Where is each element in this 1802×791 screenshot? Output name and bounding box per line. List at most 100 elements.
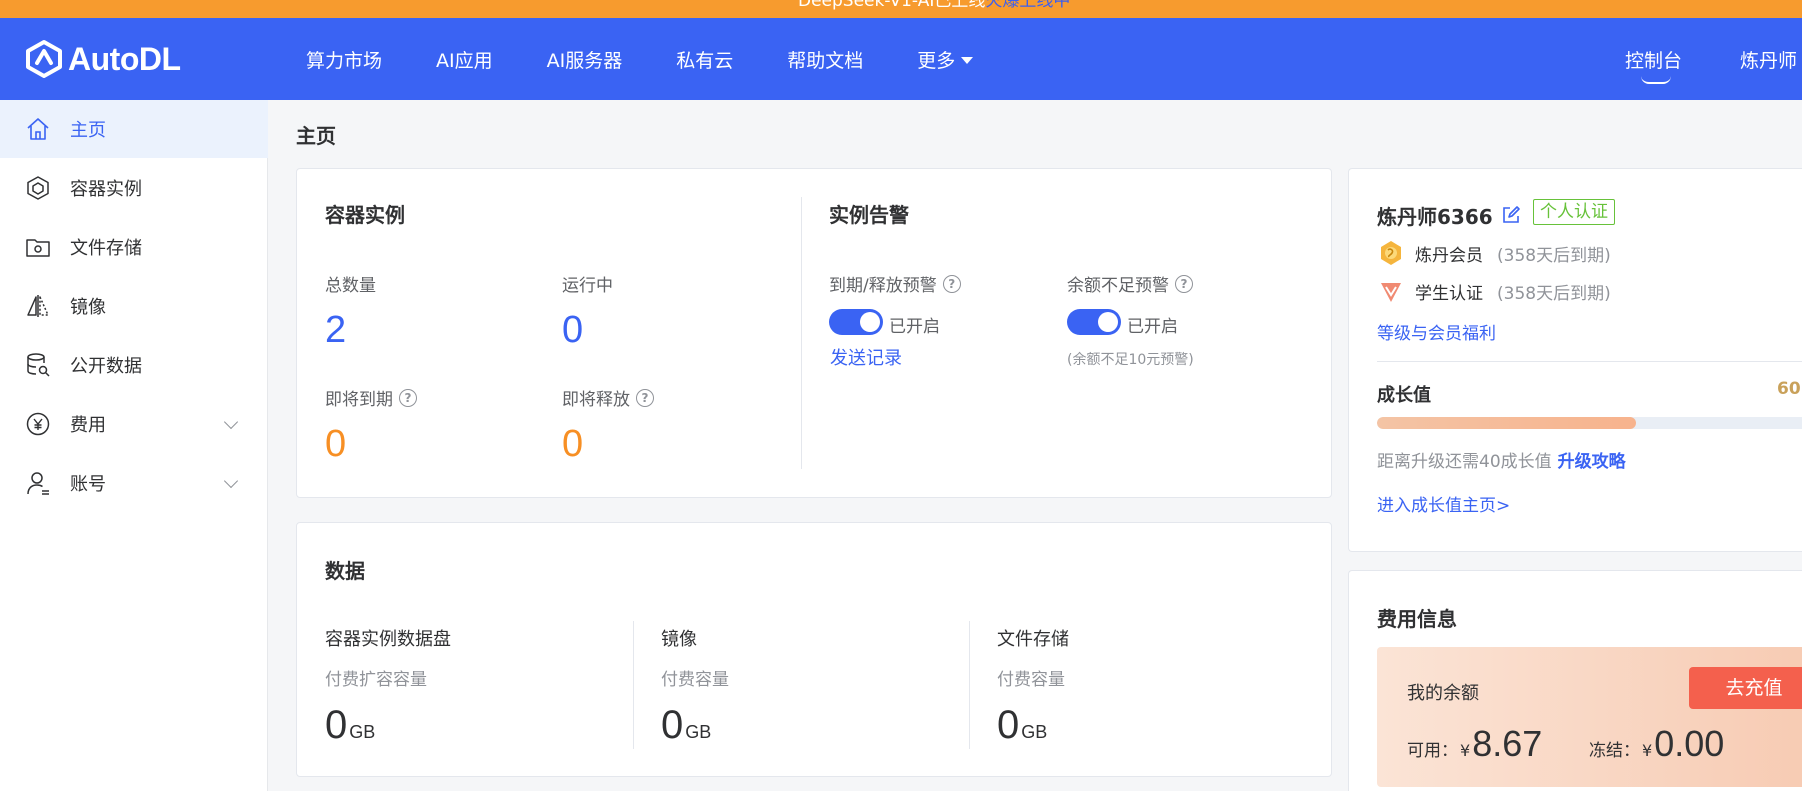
card-divider [801, 197, 802, 469]
help-icon[interactable]: ? [942, 274, 961, 293]
expiring-count[interactable]: 0 [325, 423, 346, 466]
announcement-bar: DeepSeek-V1-AI已上线火爆上线中 [0, 0, 1802, 18]
billing-title: 费用信息 [1377, 607, 1457, 631]
disk-value-unit: GB [349, 722, 376, 742]
data-divider [969, 621, 970, 749]
folder-gear-icon [24, 233, 52, 261]
growth-progress-fill [1377, 417, 1637, 429]
announcement-message: DeepSeek-V1-AI已上线 [798, 0, 986, 11]
image-sub: 付费容量 [661, 670, 729, 690]
student-expiry: (358天后到期) [1497, 283, 1611, 304]
data-divider [633, 621, 634, 749]
help-icon[interactable]: ? [399, 388, 417, 407]
nav-private-cloud[interactable]: 私有云 [676, 46, 733, 73]
nav-help-docs[interactable]: 帮助文档 [787, 46, 863, 73]
storage-label: 文件存储 [997, 629, 1069, 650]
currency-symbol: ¥ [1642, 741, 1653, 760]
nav-ai-servers[interactable]: AI服务器 [547, 46, 623, 73]
growth-home-link[interactable]: 进入成长值主页> [1377, 491, 1510, 516]
image-label: 镜像 [661, 629, 697, 650]
disk-sub: 付费扩容容量 [325, 670, 427, 690]
autodl-logo-icon [26, 40, 62, 78]
nav-ai-apps[interactable]: AI应用 [436, 46, 493, 73]
running-label: 运行中 [562, 276, 613, 296]
upgrade-guide-link[interactable]: 升级攻略 [1558, 452, 1626, 472]
student-name: 学生认证 [1415, 283, 1483, 304]
frozen-amount: 0.00 [1654, 723, 1725, 764]
sidebar-item-file-storage[interactable]: 文件存储 [0, 218, 268, 276]
expire-alert-status: 已开启 [889, 317, 940, 337]
growth-label: 成长值 [1377, 385, 1431, 406]
sidebar-item-billing[interactable]: 费用 [0, 395, 268, 453]
help-icon[interactable]: ? [1175, 274, 1193, 293]
expiring-label: 即将到期? [325, 385, 417, 410]
home-icon [24, 115, 52, 143]
storage-sub: 付费容量 [997, 670, 1065, 690]
balance-alert-toggle[interactable] [1067, 309, 1121, 335]
benefits-link[interactable]: 等级与会员福利 [1377, 319, 1496, 344]
sidebar-item-label: 文件存储 [70, 238, 142, 259]
disk-value: 0 GB [325, 703, 375, 748]
caret-down-icon [961, 56, 974, 64]
edit-icon[interactable] [1501, 205, 1521, 225]
releasing-label-text: 即将释放 [562, 390, 630, 410]
nav-compute-market[interactable]: 算力市场 [306, 46, 382, 73]
announcement-text: DeepSeek-V1-AI已上线火爆上线中 [798, 0, 1070, 11]
releasing-label: 即将释放? [562, 385, 654, 410]
sidebar-item-account[interactable]: 账号 [0, 454, 268, 512]
user-menu[interactable]: 炼丹师 [1740, 18, 1797, 100]
disk-label: 容器实例数据盘 [325, 629, 451, 650]
console-active-indicator [1641, 76, 1671, 84]
autodl-logo[interactable]: AutoDL [24, 38, 181, 80]
available-balance: 可用： ¥ 8.67 [1407, 723, 1542, 765]
nav-more[interactable]: 更多 [917, 46, 974, 73]
storage-value: 0 GB [997, 703, 1047, 748]
image-value-number: 0 [661, 703, 684, 747]
toggle-knob [1098, 312, 1118, 332]
sidebar-item-public-data[interactable]: 公开数据 [0, 336, 268, 394]
balance-alert-label: 余额不足预警? [1067, 271, 1193, 296]
expiring-label-text: 即将到期 [325, 390, 393, 410]
cube-icon [24, 174, 52, 202]
sidebar: 主页 容器实例 文件存储 镜像 公开数据 费用 账号 [0, 100, 268, 791]
student-row: 学生认证 (358天后到期) [1377, 277, 1611, 305]
running-count[interactable]: 0 [562, 309, 583, 352]
announcement-link[interactable]: 火爆上线中 [985, 0, 1070, 11]
image-value: 0 GB [661, 703, 711, 748]
sidebar-item-home[interactable]: 主页 [0, 100, 268, 158]
balance-label: 我的余额 [1407, 683, 1479, 704]
growth-value: 60 [1777, 379, 1801, 399]
frozen-label: 冻结： [1589, 741, 1640, 761]
send-log-link[interactable]: 发送记录 [830, 344, 902, 370]
balance-alert-hint: (余额不足10元预警) [1067, 352, 1194, 368]
currency-symbol: ¥ [1460, 741, 1471, 760]
profile-card: 炼丹师6366 个人认证 炼丹会员 (358天后到期) 学生认证 (358天后到… [1348, 168, 1802, 552]
console-label: 控制台 [1625, 49, 1683, 72]
member-row: 炼丹会员 (358天后到期) [1377, 239, 1611, 267]
sidebar-item-label: 容器实例 [70, 179, 142, 200]
chevron-down-icon [223, 473, 239, 489]
mirror-icon [24, 292, 52, 320]
expire-alert-toggle[interactable] [829, 309, 883, 335]
sidebar-item-images[interactable]: 镜像 [0, 277, 268, 335]
instances-title: 容器实例 [325, 203, 405, 227]
balance-alert-status: 已开启 [1127, 317, 1178, 337]
recharge-button[interactable]: 去充值 [1689, 667, 1802, 709]
available-amount: 8.67 [1472, 723, 1543, 764]
personal-cert-badge[interactable]: 个人认证 [1533, 199, 1615, 225]
disk-value-number: 0 [325, 703, 348, 747]
yuan-icon [24, 410, 52, 438]
total-label: 总数量 [325, 276, 376, 296]
image-value-unit: GB [685, 722, 712, 742]
sidebar-item-label: 镜像 [70, 297, 106, 318]
releasing-count[interactable]: 0 [562, 423, 583, 466]
sidebar-item-instances[interactable]: 容器实例 [0, 159, 268, 217]
help-icon[interactable]: ? [636, 388, 654, 407]
toggle-knob [860, 312, 880, 332]
logo-text: AutoDL [68, 40, 181, 77]
total-count[interactable]: 2 [325, 309, 346, 352]
console-link[interactable]: 控制台 [1625, 18, 1682, 100]
expire-alert-label-text: 到期/释放预警 [829, 276, 937, 296]
member-name: 炼丹会员 [1415, 245, 1483, 266]
page-title: 主页 [296, 124, 336, 148]
